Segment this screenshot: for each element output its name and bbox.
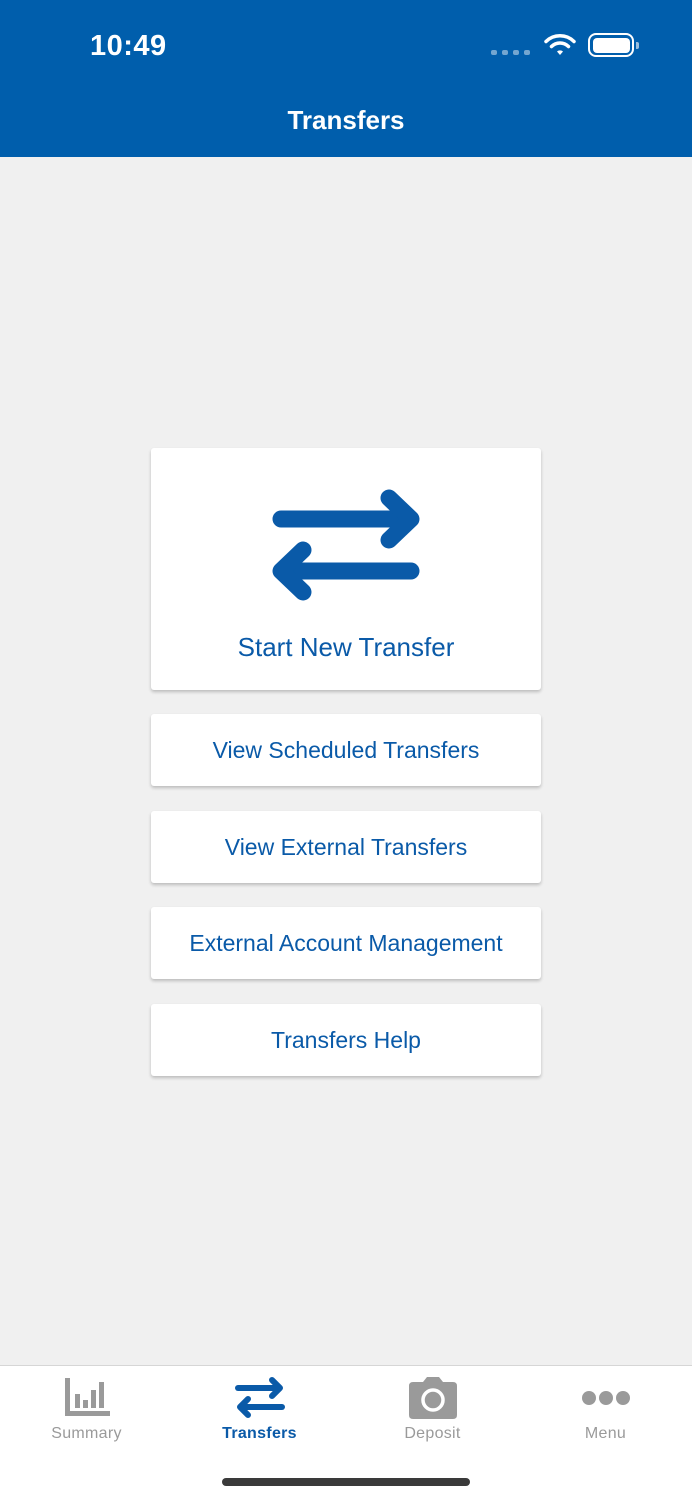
view-scheduled-transfers-button[interactable]: View Scheduled Transfers	[151, 714, 541, 786]
wifi-icon	[544, 34, 576, 55]
app-header: 10:49 Transfers	[0, 0, 692, 157]
tab-transfers-label: Transfers	[222, 1425, 297, 1442]
more-dots-icon	[581, 1391, 630, 1405]
start-new-transfer-button[interactable]: Start New Transfer	[151, 448, 541, 690]
tab-deposit-label: Deposit	[404, 1425, 461, 1442]
battery-icon	[588, 33, 639, 57]
status-icons	[491, 33, 639, 57]
tab-summary-label: Summary	[51, 1425, 122, 1442]
transfer-arrows-icon	[272, 489, 420, 601]
cellular-signal-icon	[491, 49, 530, 55]
transfers-help-button[interactable]: Transfers Help	[151, 1004, 541, 1076]
camera-icon	[408, 1377, 457, 1419]
view-external-transfers-button[interactable]: View External Transfers	[151, 811, 541, 883]
tab-summary[interactable]: Summary	[0, 1366, 173, 1456]
tab-transfers[interactable]: Transfers	[173, 1366, 346, 1456]
external-account-management-button[interactable]: External Account Management	[151, 907, 541, 979]
page-title: Transfers	[287, 105, 405, 135]
tab-menu-label: Menu	[584, 1425, 627, 1442]
tab-deposit[interactable]: Deposit	[346, 1366, 519, 1456]
bar-chart-icon	[64, 1378, 110, 1416]
home-indicator[interactable]	[222, 1478, 470, 1486]
status-time: 10:49	[90, 30, 167, 62]
start-new-transfer-label: Start New Transfer	[237, 632, 455, 662]
tab-menu[interactable]: Menu	[519, 1366, 692, 1456]
transfer-arrows-icon	[234, 1377, 285, 1418]
